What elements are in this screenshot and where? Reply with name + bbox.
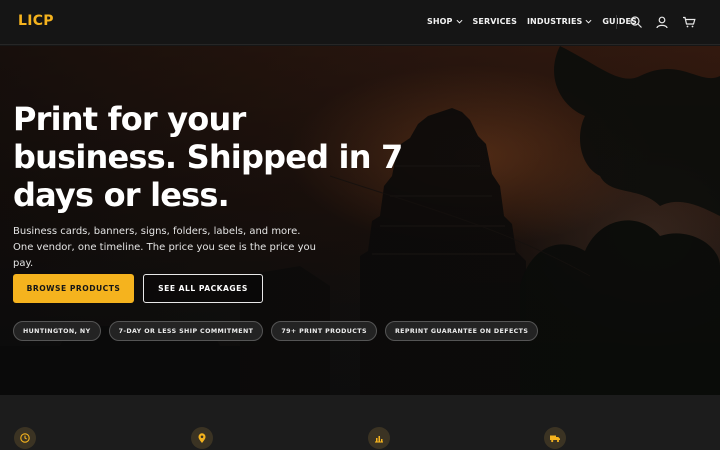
main-nav: SHOP SERVICES INDUSTRIES GUIDES (427, 17, 647, 26)
nav-industries-label: INDUSTRIES (526, 17, 583, 26)
hero-overlay (0, 46, 720, 395)
pill-location: HUNTINGTON, NY (13, 321, 101, 341)
hero-pills: HUNTINGTON, NY 7-DAY OR LESS SHIP COMMIT… (13, 321, 546, 341)
see-all-packages-button[interactable]: SEE ALL PACKAGES (143, 274, 263, 303)
pill-product-count: 79+ PRINT PRODUCTS (271, 321, 377, 341)
nav-shop[interactable]: SHOP (427, 17, 463, 26)
nav-services[interactable]: SERVICES (473, 17, 517, 26)
features-strip (0, 395, 720, 450)
chart-icon (368, 427, 390, 449)
search-icon[interactable] (629, 15, 643, 29)
cart-icon[interactable] (682, 15, 696, 29)
pill-ship-commitment: 7-DAY OR LESS SHIP COMMITMENT (108, 321, 264, 341)
browse-products-button[interactable]: BROWSE PRODUCTS (13, 274, 134, 303)
nav-shop-label: SHOP (427, 17, 453, 26)
chevron-down-icon (456, 19, 463, 24)
clock-icon (14, 427, 36, 449)
nav-divider (616, 15, 617, 29)
truck-icon (544, 427, 566, 449)
chevron-down-icon (585, 19, 592, 24)
location-pin-icon (191, 427, 213, 449)
nav-industries[interactable]: INDUSTRIES (527, 17, 592, 26)
user-icon[interactable] (655, 15, 669, 29)
hero-subtext: Business cards, banners, signs, folders,… (13, 226, 316, 269)
pill-reprint-guarantee: REPRINT GUARANTEE ON DEFECTS (384, 321, 539, 341)
logo[interactable]: LICP (18, 13, 54, 29)
hero-headline: Print for your business. Shipped in 7 da… (13, 100, 403, 214)
hero-section: Print for your business. Shipped in 7 da… (0, 46, 720, 395)
site-header: LICP SHOP SERVICES INDUSTRIES GUIDES (0, 0, 720, 45)
nav-services-label: SERVICES (472, 17, 517, 26)
